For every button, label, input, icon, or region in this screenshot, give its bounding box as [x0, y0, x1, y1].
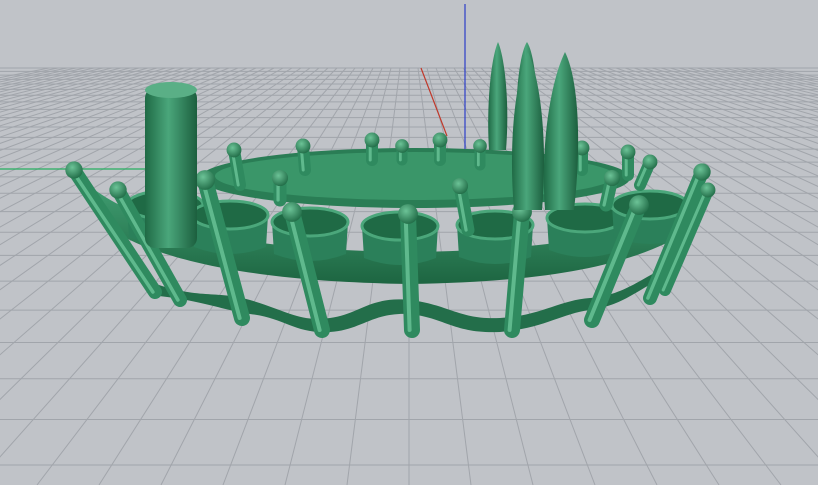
model-prong-cap [364, 132, 380, 148]
model-left-block [145, 82, 197, 248]
model-prong-cap [226, 142, 242, 158]
viewport-canvas[interactable] [0, 0, 818, 485]
model-prong-cap [65, 161, 83, 179]
model-prong-cap [642, 154, 658, 170]
model-prong-cap [295, 138, 311, 154]
model-cup-rim [190, 199, 270, 231]
model-prong-cap [195, 170, 215, 190]
model-prong-cap [282, 202, 302, 222]
model-prong-cap [693, 163, 711, 181]
model-prong-cap [451, 177, 469, 195]
model-prong-cap [700, 182, 716, 198]
model-prong-cap [432, 132, 448, 148]
model-prong-cap [629, 195, 649, 215]
model-prong-cap [473, 139, 487, 153]
3d-viewport[interactable] [0, 0, 818, 485]
model-left-block-top [145, 82, 197, 98]
model-prong-cap [620, 144, 636, 160]
model-left-block-body [145, 88, 197, 248]
model-prong-cap [271, 169, 289, 187]
model-cup-rim [610, 189, 690, 221]
model-prong-cap [398, 204, 418, 224]
model-prong-cap [109, 181, 127, 199]
model-prong-cap [395, 139, 409, 153]
model-prong-cap [603, 169, 621, 187]
